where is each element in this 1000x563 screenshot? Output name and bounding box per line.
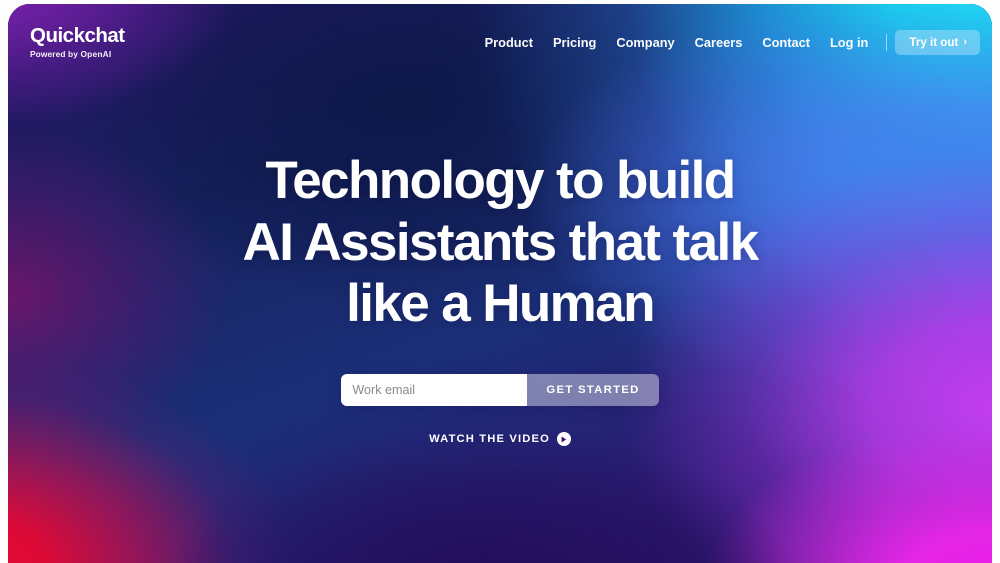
headline-line-2: AI Assistants that talk <box>242 212 760 272</box>
hero-section: Quickchat Powered by OpenAI Product Pric… <box>8 4 992 563</box>
brand-name: Quickchat <box>30 24 125 48</box>
try-it-out-label: Try it out <box>909 35 959 49</box>
chevron-right-icon: › <box>963 36 967 48</box>
nav-links: Product Pricing Company Careers Contact … <box>475 29 980 56</box>
nav-item-pricing[interactable]: Pricing <box>543 29 606 56</box>
watch-video-label: WATCH THE VIDEO <box>429 433 550 446</box>
brand-tagline-prefix: Powered by <box>30 48 81 59</box>
nav-item-product[interactable]: Product <box>475 29 543 56</box>
brand-logo[interactable]: Quickchat Powered by OpenAI <box>30 26 125 58</box>
headline-line-3: like a Human <box>346 274 655 334</box>
nav-item-contact[interactable]: Contact <box>752 29 820 56</box>
nav-item-careers[interactable]: Careers <box>685 29 753 56</box>
nav-divider <box>886 33 888 51</box>
nav-item-log-in[interactable]: Log in <box>820 29 878 56</box>
headline-line-1: Technology to build <box>265 151 736 210</box>
top-navigation-bar: Quickchat Powered by OpenAI Product Pric… <box>8 4 992 80</box>
nav-item-company[interactable]: Company <box>606 29 684 56</box>
email-field[interactable] <box>341 374 528 407</box>
watch-video-link[interactable]: WATCH THE VIDEO <box>429 432 571 447</box>
page-root: Quickchat Powered by OpenAI Product Pric… <box>0 0 1000 563</box>
page-title: Technology to build AI Assistants that t… <box>242 150 760 335</box>
try-it-out-button[interactable]: Try it out › <box>895 29 980 55</box>
brand-tagline-openai: OpenAI <box>80 48 112 59</box>
play-circle-icon <box>556 432 571 447</box>
get-started-button[interactable]: GET STARTED <box>527 374 659 407</box>
signup-form: GET STARTED <box>341 374 659 407</box>
brand-tagline: Powered by OpenAI <box>30 48 125 59</box>
